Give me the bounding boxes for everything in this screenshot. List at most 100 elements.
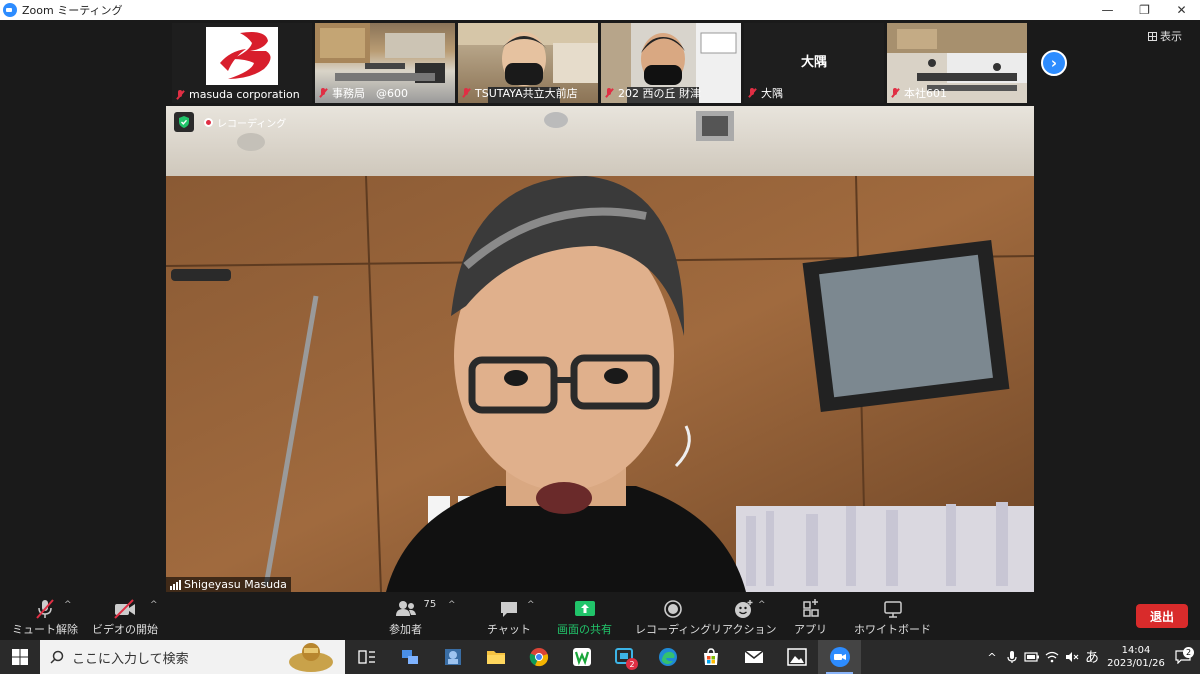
signal-strength-icon [170,579,181,590]
apps-label: アプリ [794,623,827,636]
zoom-logo-icon [3,3,17,17]
search-placeholder: ここに入力して検索 [72,651,189,667]
search-highlight-illustration [289,643,333,672]
record-icon [662,598,684,620]
video-off-icon [113,598,137,620]
battery-icon[interactable] [1022,652,1042,662]
clock-date: 2023/01/26 [1107,658,1165,669]
participant-name: 202 西の丘 財津 [618,87,701,100]
participants-options-caret-icon[interactable]: ^ [448,600,456,610]
system-tray: ^ あ 14:04 2023/01/26 2 [982,640,1200,674]
recording-dot-icon [204,118,213,127]
windows-logo-icon [12,649,28,665]
title-bar: Zoom ミーティング — ❐ ✕ [0,0,1200,20]
participant-tile[interactable]: 大隅 大隅 [744,23,884,103]
taskbar-app-mail-badge[interactable]: 2 [603,640,646,674]
taskbar-app-zoom[interactable] [818,640,861,674]
share-screen-button[interactable]: 画面の共有 [557,598,612,637]
close-button[interactable]: ✕ [1163,0,1200,20]
windows-taskbar: ここに入力して検索 2 ^ あ 14:04 2023/01/26 2 [0,640,1200,674]
start-video-button[interactable]: ビデオの開始 [92,598,158,637]
taskbar-app-photos[interactable] [775,640,818,674]
chat-icon [498,598,520,620]
taskbar-app-mail[interactable] [732,640,775,674]
record-button[interactable]: レコーディング [635,598,711,637]
start-video-label: ビデオの開始 [92,623,158,636]
video-options-caret-icon[interactable]: ^ [150,600,158,610]
taskbar-app-edge[interactable] [646,640,689,674]
folder-icon [486,651,505,664]
participant-center-name: 大隅 [800,55,827,70]
recording-indicator[interactable]: レコーディング [204,115,286,130]
edge-icon [658,648,677,666]
taskbar-app-store[interactable] [689,640,732,674]
remote-desktop-icon [401,650,418,664]
security-shield-icon[interactable] [174,112,194,132]
participants-button[interactable]: 75 参加者 [389,598,436,637]
mail-icon [744,650,763,663]
system-clock[interactable]: 14:04 2023/01/26 [1106,644,1166,670]
taskbar-app-chrome[interactable] [517,640,560,674]
taskbar-app-w[interactable] [560,640,603,674]
participant-tile[interactable]: 事務局 @600 [315,23,455,103]
whiteboard-label: ホワイトボード [854,623,931,636]
apps-button[interactable]: アプリ [794,598,827,637]
show-hidden-icons-chevron-icon[interactable]: ^ [982,651,1002,664]
wifi-icon[interactable] [1042,651,1062,663]
clock-time: 14:04 [1121,645,1151,656]
badge-count: 2 [626,658,638,670]
muted-mic-icon [890,88,900,98]
participants-icon: 75 [394,598,436,620]
taskbar-app-people[interactable] [431,640,474,674]
notification-count: 2 [1183,647,1194,658]
next-page-button[interactable]: › [1041,50,1067,76]
speaker-video-feed [166,106,1034,592]
participant-name: 事務局 @600 [332,87,408,100]
view-button[interactable]: 表示 [1148,28,1182,44]
emoji-reaction-icon [733,598,755,620]
ime-mode-indicator[interactable]: あ [1082,647,1102,667]
people-app-icon [444,649,461,665]
view-label: 表示 [1160,30,1182,43]
muted-mic-icon [175,89,185,100]
w-app-icon [572,648,591,666]
unmute-label: ミュート解除 [12,623,78,636]
notification-center-button[interactable]: 2 [1166,647,1200,664]
reactions-options-caret-icon[interactable]: ^ [758,600,766,610]
taskbar-search-box[interactable]: ここに入力して検索 [40,640,345,674]
participant-name: 本社601 [904,87,947,100]
reactions-button[interactable]: リアクション [711,598,776,637]
audio-options-caret-icon[interactable]: ^ [64,600,72,610]
meeting-toolbar: ミュート解除 ^ ビデオの開始 ^ 75 参加者 ^ チャット ^ 画面の共有 … [0,592,1200,640]
participant-name: 大隅 [761,87,783,100]
speaker-name-tag: Shigeyasu Masuda [166,577,291,592]
store-icon [703,648,718,665]
zoom-app-icon [829,647,850,667]
zoom-meeting-window: Zoom ミーティング — ❐ ✕ masuda corporation 事務局… [0,0,1200,674]
microphone-icon[interactable] [1002,650,1022,664]
muted-mic-icon [747,88,757,98]
participant-tile[interactable]: 202 西の丘 財津 [601,23,741,103]
task-view-button[interactable] [345,640,388,674]
whiteboard-icon [882,598,904,620]
participant-tile[interactable]: masuda corporation [172,23,312,103]
taskbar-app-explorer[interactable] [474,640,517,674]
company-logo [206,27,278,85]
leave-meeting-button[interactable]: 退出 [1136,604,1188,628]
recording-label: レコーディング [217,119,287,130]
apps-icon [800,598,822,620]
chat-options-caret-icon[interactable]: ^ [527,600,535,610]
participant-tile[interactable]: 本社601 [887,23,1027,103]
minimize-button[interactable]: — [1089,0,1126,20]
whiteboard-button[interactable]: ホワイトボード [854,598,931,637]
volume-muted-icon[interactable] [1062,651,1082,663]
chat-button[interactable]: チャット [487,598,531,637]
start-button[interactable] [0,640,40,674]
taskbar-app-remote[interactable] [388,640,431,674]
window-controls: — ❐ ✕ [1089,0,1200,20]
participant-tile[interactable]: TSUTAYA共立大前店 [458,23,598,103]
record-label: レコーディング [635,623,712,636]
search-icon [50,650,64,664]
restore-button[interactable]: ❐ [1126,0,1163,20]
participant-name: TSUTAYA共立大前店 [475,87,578,100]
